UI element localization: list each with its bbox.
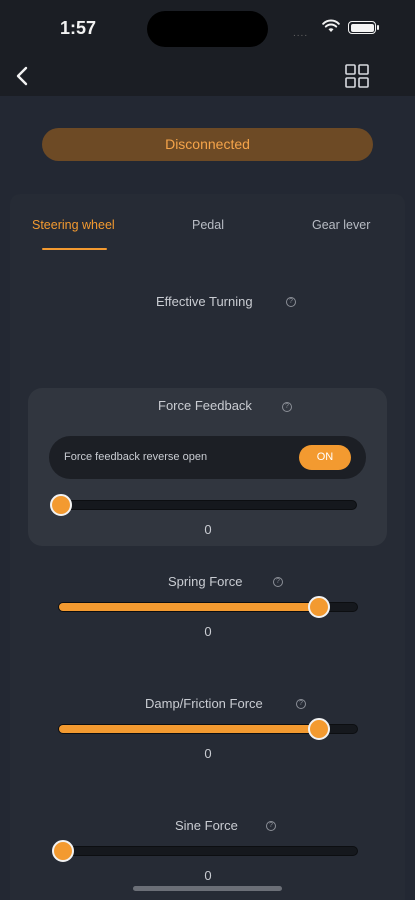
wifi-icon — [322, 19, 340, 32]
force-feedback-reverse-row: Force feedback reverse open ON — [49, 436, 366, 479]
slider-fill — [59, 603, 321, 611]
slider-thumb[interactable] — [52, 840, 74, 862]
tab-pedal[interactable]: Pedal — [192, 218, 224, 232]
sine-force-slider[interactable] — [52, 840, 358, 862]
spring-force-value: 0 — [204, 624, 212, 639]
settings-card: Steering wheel Pedal Gear lever Effectiv… — [10, 194, 405, 900]
sine-force-title: Sine Force — [175, 818, 238, 833]
tab-gear-lever[interactable]: Gear lever — [312, 218, 370, 232]
force-feedback-panel: Force Feedback ? Force feedback reverse … — [28, 388, 387, 546]
connection-status-badge[interactable]: Disconnected — [42, 128, 373, 161]
signal-icon: .... — [293, 28, 309, 39]
slider-track — [50, 500, 357, 510]
spring-force-slider[interactable] — [58, 596, 358, 618]
battery-icon — [348, 21, 376, 34]
help-icon[interactable]: ? — [296, 699, 306, 709]
slider-thumb[interactable] — [308, 718, 331, 740]
damp-friction-force-title: Damp/Friction Force — [145, 696, 263, 711]
nav-bar — [0, 54, 415, 96]
grid-icon[interactable] — [343, 62, 371, 90]
tab-bar: Steering wheel Pedal Gear lever — [10, 194, 405, 254]
spring-force-title: Spring Force — [168, 574, 243, 589]
home-indicator — [133, 886, 282, 891]
force-feedback-value: 0 — [204, 522, 212, 537]
help-icon[interactable]: ? — [266, 821, 276, 831]
help-icon[interactable]: ? — [273, 577, 283, 587]
slider-track — [52, 846, 358, 856]
force-feedback-reverse-toggle[interactable]: ON — [299, 445, 351, 470]
effective-turning-title: Effective Turning — [156, 294, 253, 309]
sine-force-value: 0 — [204, 868, 212, 883]
battery-nub — [377, 25, 379, 30]
status-bar: 1:57 .... — [0, 0, 415, 54]
active-tab-indicator — [42, 248, 107, 250]
force-feedback-title: Force Feedback — [158, 398, 252, 413]
damp-friction-force-value: 0 — [204, 746, 212, 761]
chevron-left-icon[interactable] — [10, 62, 38, 90]
slider-fill — [59, 725, 321, 733]
force-feedback-reverse-label: Force feedback reverse open — [64, 451, 208, 463]
help-icon[interactable]: ? — [282, 402, 292, 412]
slider-thumb[interactable] — [50, 494, 72, 516]
damp-friction-force-slider[interactable] — [58, 718, 358, 740]
force-feedback-slider[interactable] — [50, 494, 357, 516]
slider-thumb[interactable] — [308, 596, 331, 618]
tab-steering-wheel[interactable]: Steering wheel — [32, 218, 115, 232]
dynamic-island — [147, 11, 268, 47]
status-time: 1:57 — [60, 18, 97, 38]
main-content: Disconnected Steering wheel Pedal Gear l… — [0, 96, 415, 900]
help-icon[interactable]: ? — [286, 297, 296, 307]
